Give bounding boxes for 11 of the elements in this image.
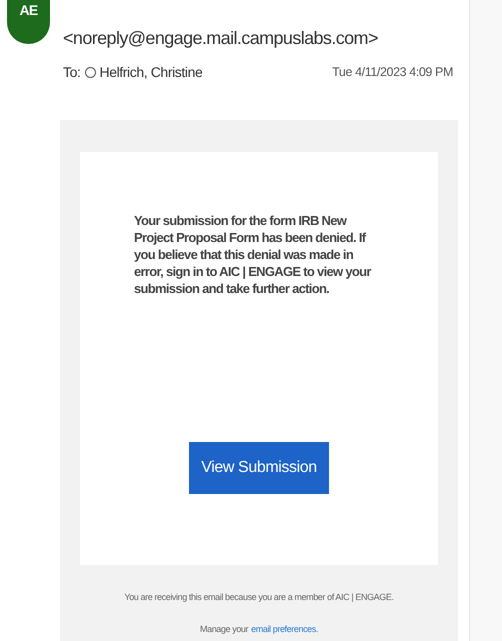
to-label: To:	[63, 63, 80, 82]
sender-address: <noreply@engage.mail.campuslabs.com>	[63, 27, 379, 50]
denial-message: Your submission for the form IRB New Project Proposal Form has been denied. If you believe that this denial was made in error, sign in to AIC | ENGAGE to view your submission and take further action.	[134, 212, 372, 297]
sent-date: Tue 4/11/2023 4:09 PM	[332, 64, 453, 82]
sender-avatar: AE	[7, 0, 50, 44]
manage-label: Manage your	[200, 622, 248, 636]
view-submission-button[interactable]: View Submission	[189, 442, 329, 494]
presence-icon	[85, 67, 96, 78]
recipient-name: Helfrich, Christine	[99, 63, 202, 82]
email-preferences-link[interactable]: email preferences.	[251, 622, 318, 636]
membership-notice: You are receiving this email because you are a member of AIC | ENGAGE.	[124, 591, 394, 604]
